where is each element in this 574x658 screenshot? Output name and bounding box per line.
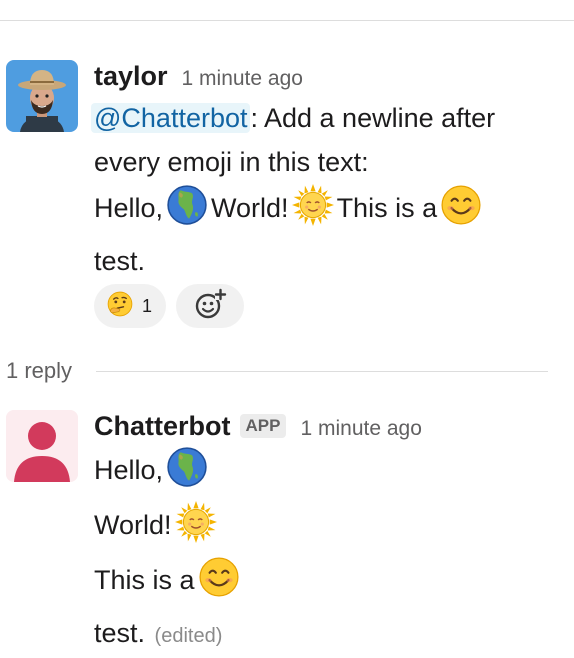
sun-with-face-emoji xyxy=(292,184,334,239)
text-line: Hello, xyxy=(94,446,564,501)
add-reaction-button[interactable] xyxy=(176,284,245,328)
message-header: taylor 1 minute ago xyxy=(94,60,564,96)
text-line: test. (edited) xyxy=(94,611,564,658)
top-divider xyxy=(0,20,574,21)
message-content: taylor 1 minute ago @Chatterbot: Add a n… xyxy=(91,60,564,283)
cowboy-avatar[interactable] xyxy=(6,60,78,132)
reactions-bar: 1 xyxy=(94,284,245,328)
reply-divider xyxy=(96,370,548,372)
mention-link[interactable]: @Chatterbot xyxy=(91,103,251,133)
sun-with-face-emoji xyxy=(175,501,217,556)
author-name[interactable]: taylor xyxy=(94,60,168,92)
text-line: every emoji in this text: xyxy=(94,147,369,177)
text-fragment: : Add a newline after xyxy=(250,103,496,133)
add-reaction-icon xyxy=(193,287,227,326)
text-line: World! xyxy=(94,501,564,556)
author-name[interactable]: Chatterbot xyxy=(94,410,231,442)
text-line: @Chatterbot: Add a newline after xyxy=(91,96,564,140)
text-fragment: This is a xyxy=(94,565,195,595)
timestamp[interactable]: 1 minute ago xyxy=(182,67,303,91)
text-fragment: Hello, xyxy=(94,193,164,223)
message-content: Chatterbot APP 1 minute ago Hello, World… xyxy=(94,410,564,658)
text-fragment: World! xyxy=(94,510,172,540)
timestamp[interactable]: 1 minute ago xyxy=(300,417,421,441)
text-line: test. xyxy=(94,246,146,276)
text-fragment: World! xyxy=(211,193,289,223)
text-fragment: Hello, xyxy=(94,455,164,485)
text-line: Hello, World! This is a xyxy=(94,184,564,239)
reaction-thinking[interactable]: 1 xyxy=(94,284,167,328)
edited-label: (edited) xyxy=(154,625,223,647)
app-badge: APP xyxy=(239,414,287,438)
reaction-count: 1 xyxy=(142,295,153,316)
default-user-avatar[interactable] xyxy=(6,410,78,482)
reply-count-link[interactable]: 1 reply xyxy=(6,358,72,384)
smiling-face-emoji xyxy=(198,556,240,611)
smiling-face-emoji xyxy=(440,184,482,239)
message-text: Hello, World! This is a test. (edited) xyxy=(94,446,564,658)
message-header: Chatterbot APP 1 minute ago xyxy=(94,410,564,446)
text-fragment: test. xyxy=(94,618,146,648)
thinking-face-emoji xyxy=(106,290,134,323)
earth-africa-emoji xyxy=(166,184,208,239)
thread-reply-row: 1 reply xyxy=(6,358,548,384)
text-fragment: This is a xyxy=(336,193,438,223)
earth-africa-emoji xyxy=(166,446,208,501)
text-line: This is a xyxy=(94,556,564,611)
message-text: @Chatterbot: Add a newline after every e… xyxy=(91,96,564,283)
